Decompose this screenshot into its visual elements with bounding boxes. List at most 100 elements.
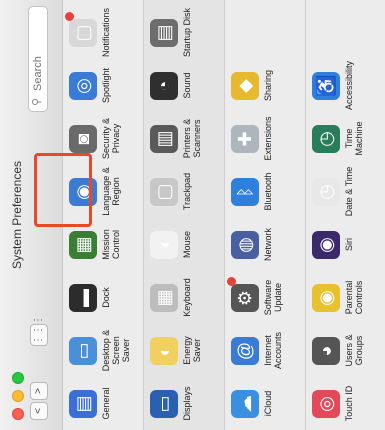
pane-label: Dock (101, 287, 111, 308)
extensions-pane[interactable]: ✚ Extensions (225, 112, 305, 165)
show-all-button[interactable]: ⋮⋮⋮ (30, 315, 48, 346)
siri-icon: ◉ (312, 231, 340, 259)
pane-label: Parental Controls (344, 280, 364, 315)
keyboard-icon: ▦ (150, 284, 178, 312)
accessibility-icon: ♿ (312, 72, 340, 100)
pane-label: Sharing (263, 69, 273, 102)
printers-scanners-pane[interactable]: ▥ Printers & Scanners (144, 112, 224, 165)
startup-disk-icon: ▤ (150, 19, 178, 47)
startup-disk-pane[interactable]: ▤ Startup Disk (144, 6, 224, 59)
notification-badge (65, 12, 74, 21)
mission-control-icon: ▦ (69, 231, 97, 259)
mission-control-pane[interactable]: ▦ Mission Control (63, 218, 143, 271)
pane-label: Security & Privacy (101, 118, 121, 160)
trackpad-pane[interactable]: ▢ Trackpad (144, 165, 224, 218)
sharing-pane[interactable]: ◆ Sharing (225, 59, 305, 112)
toolbar: System Preferences < > ⋮⋮⋮ ⚲ (0, 0, 63, 430)
pane-label: Extensions (263, 116, 273, 161)
pane-label: Date & Time (344, 166, 354, 217)
preference-panes: ▤ General ▭ Desktop & Screen Saver ▬ Dock ▦ Mis… (63, 0, 385, 430)
pane-label: Startup Disk (182, 7, 192, 58)
pane-label: Notifications (101, 7, 111, 58)
extensions-icon: ✚ (231, 125, 259, 153)
time-machine-icon: ◷ (312, 125, 340, 153)
internet-accounts-icon: @ (231, 337, 259, 365)
touch-id-pane[interactable]: ◎ Touch ID (306, 377, 385, 430)
dock-pane[interactable]: ▬ Dock (63, 271, 143, 324)
forward-button[interactable]: > (30, 382, 48, 400)
dock-icon: ▬ (69, 284, 97, 312)
parental-controls-icon: ◉ (312, 284, 340, 312)
spotlight-pane[interactable]: ◎ Spotlight (63, 59, 143, 112)
pane-label: Software Update (263, 279, 283, 316)
software-update-icon: ⚙ (231, 284, 259, 312)
users-groups-icon: ◕ (312, 337, 340, 365)
sound-pane[interactable]: ◔ Sound (144, 59, 224, 112)
pane-label: Spotlight (101, 67, 111, 104)
pane-label: Mouse (182, 231, 192, 259)
users-groups-pane[interactable]: ◕ Users & Groups (306, 324, 385, 377)
internet-accounts-pane[interactable]: @ Internet Accounts (225, 324, 305, 377)
date-time-icon: ◷ (312, 178, 340, 206)
pane-label: Displays (182, 386, 192, 421)
notification-badge (227, 277, 236, 286)
network-icon: ◍ (231, 231, 259, 259)
pane-row: ▭ Displays ◐ Energy Saver ▦ Keyboard ◖ Mouse ▢ Tr… (144, 0, 224, 430)
language-region-icon: ◉ (69, 178, 97, 206)
general-icon: ▤ (69, 390, 97, 418)
security-privacy-icon: ◙ (69, 125, 97, 153)
displays-icon: ▭ (150, 390, 178, 418)
search-field[interactable]: ⚲ (28, 6, 48, 112)
pane-label: Touch ID (344, 385, 354, 422)
bluetooth-pane[interactable]: ᛒ Bluetooth (225, 165, 305, 218)
energy-saver-pane[interactable]: ◐ Energy Saver (144, 324, 224, 377)
sound-icon: ◔ (150, 72, 178, 100)
siri-pane[interactable]: ◉ Siri (306, 218, 385, 271)
desktop-screen-saver-icon: ▭ (69, 337, 97, 365)
accessibility-pane[interactable]: ♿ Accessibility (306, 59, 385, 112)
time-machine-pane[interactable]: ◷ Time Machine (306, 112, 385, 165)
energy-saver-icon: ◐ (150, 337, 178, 365)
bluetooth-icon: ᛒ (231, 178, 259, 206)
sharing-icon: ◆ (231, 72, 259, 100)
pane-label: Siri (344, 238, 354, 251)
mouse-icon: ◖ (150, 231, 178, 259)
pane-label: Mission Control (101, 229, 121, 260)
pane-label: Users & Groups (344, 334, 364, 367)
security-privacy-pane[interactable]: ◙ Security & Privacy (63, 112, 143, 165)
language-region-pane[interactable]: ◉ Language & Region (63, 165, 143, 218)
pane-label: Time Machine (344, 121, 364, 156)
pane-label: Printers & Scanners (182, 118, 202, 159)
system-preferences-window: System Preferences < > ⋮⋮⋮ ⚲ ▤General▭De… (0, 0, 385, 430)
desktop-screen-saver-pane[interactable]: ▭ Desktop & Screen Saver (63, 324, 143, 377)
pane-row: ▤ General ▭ Desktop & Screen Saver ▬ Dock ▦ Mis… (63, 0, 143, 430)
pane-label: Keyboard (182, 278, 192, 317)
pane-label: Trackpad (182, 172, 192, 211)
search-input[interactable] (30, 9, 46, 93)
pane-label: Bluetooth (263, 172, 273, 211)
pane-label: iCloud (263, 390, 273, 417)
trackpad-icon: ▢ (150, 178, 178, 206)
general-pane[interactable]: ▤ General (63, 377, 143, 430)
mouse-pane[interactable]: ◖ Mouse (144, 218, 224, 271)
notifications-icon: ▢ (69, 19, 97, 47)
pane-label: Network (263, 228, 273, 262)
date-time-pane[interactable]: ◷ Date & Time (306, 165, 385, 218)
notifications-pane[interactable]: ▢ Notifications (63, 6, 143, 59)
pane-label: Desktop & Screen Saver (101, 329, 131, 372)
network-pane[interactable]: ◍ Network (225, 218, 305, 271)
pane-row: ☁ iCloud @ Internet Accounts ⚙ Software Updat… (225, 0, 305, 430)
keyboard-pane[interactable]: ▦ Keyboard (144, 271, 224, 324)
window-title: System Preferences (10, 160, 24, 270)
displays-pane[interactable]: ▭ Displays (144, 377, 224, 430)
touch-id-icon: ◎ (312, 390, 340, 418)
search-icon: ⚲ (31, 97, 43, 106)
back-button[interactable]: < (30, 402, 48, 420)
pane-label: Internet Accounts (263, 331, 283, 370)
pane-label: Language & Region (101, 167, 121, 216)
pane-label: Energy Saver (182, 336, 202, 365)
parental-controls-pane[interactable]: ◉ Parental Controls (306, 271, 385, 324)
printers-scanners-icon: ▥ (150, 125, 178, 153)
software-update-pane[interactable]: ⚙ Software Update (225, 271, 305, 324)
icloud-pane[interactable]: ☁ iCloud (225, 377, 305, 430)
